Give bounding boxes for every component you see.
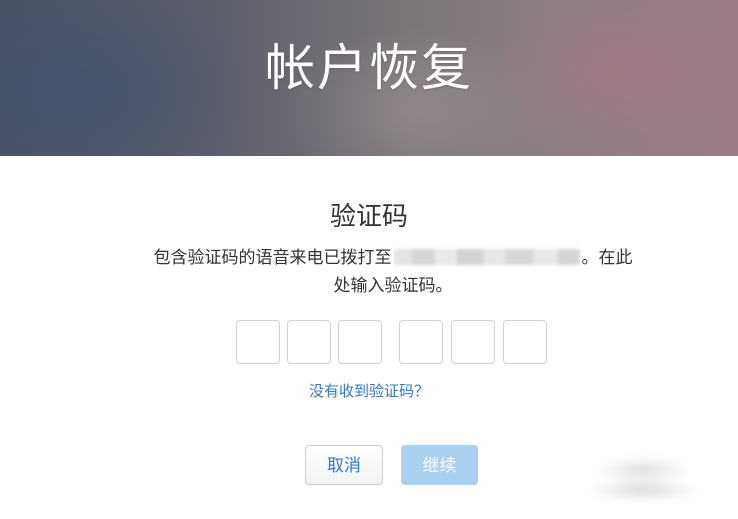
description-line-1: 包含验证码的语音来电已拨打至 。在此 <box>118 244 668 272</box>
code-digit-5[interactable] <box>451 320 495 364</box>
blurred-watermark <box>568 448 718 504</box>
description-suffix: 。在此 <box>581 248 633 268</box>
page-title: 帐户恢复 <box>265 39 473 97</box>
cancel-button[interactable]: 取消 <box>305 445 383 485</box>
verification-description: 包含验证码的语音来电已拨打至 。在此 处输入验证码。 <box>118 244 668 300</box>
masked-phone-number <box>393 249 580 265</box>
account-recovery-page: 帐户恢复 验证码 包含验证码的语音来电已拨打至 。在此 处输入验证码。 没有收到验… <box>0 0 738 519</box>
header-banner: 帐户恢复 <box>0 0 738 156</box>
code-digit-4[interactable] <box>399 320 443 364</box>
code-digit-1[interactable] <box>236 320 280 364</box>
code-digit-2[interactable] <box>287 320 331 364</box>
description-line-2: 处输入验证码。 <box>333 276 453 296</box>
resend-code-link[interactable]: 没有收到验证码？ <box>0 380 738 401</box>
continue-button[interactable]: 继续 <box>401 445 478 485</box>
verification-title: 验证码 <box>329 202 408 232</box>
code-digit-3[interactable] <box>338 320 382 364</box>
description-prefix: 包含验证码的语音来电已拨打至 <box>153 248 392 268</box>
code-digit-6[interactable] <box>503 320 547 364</box>
